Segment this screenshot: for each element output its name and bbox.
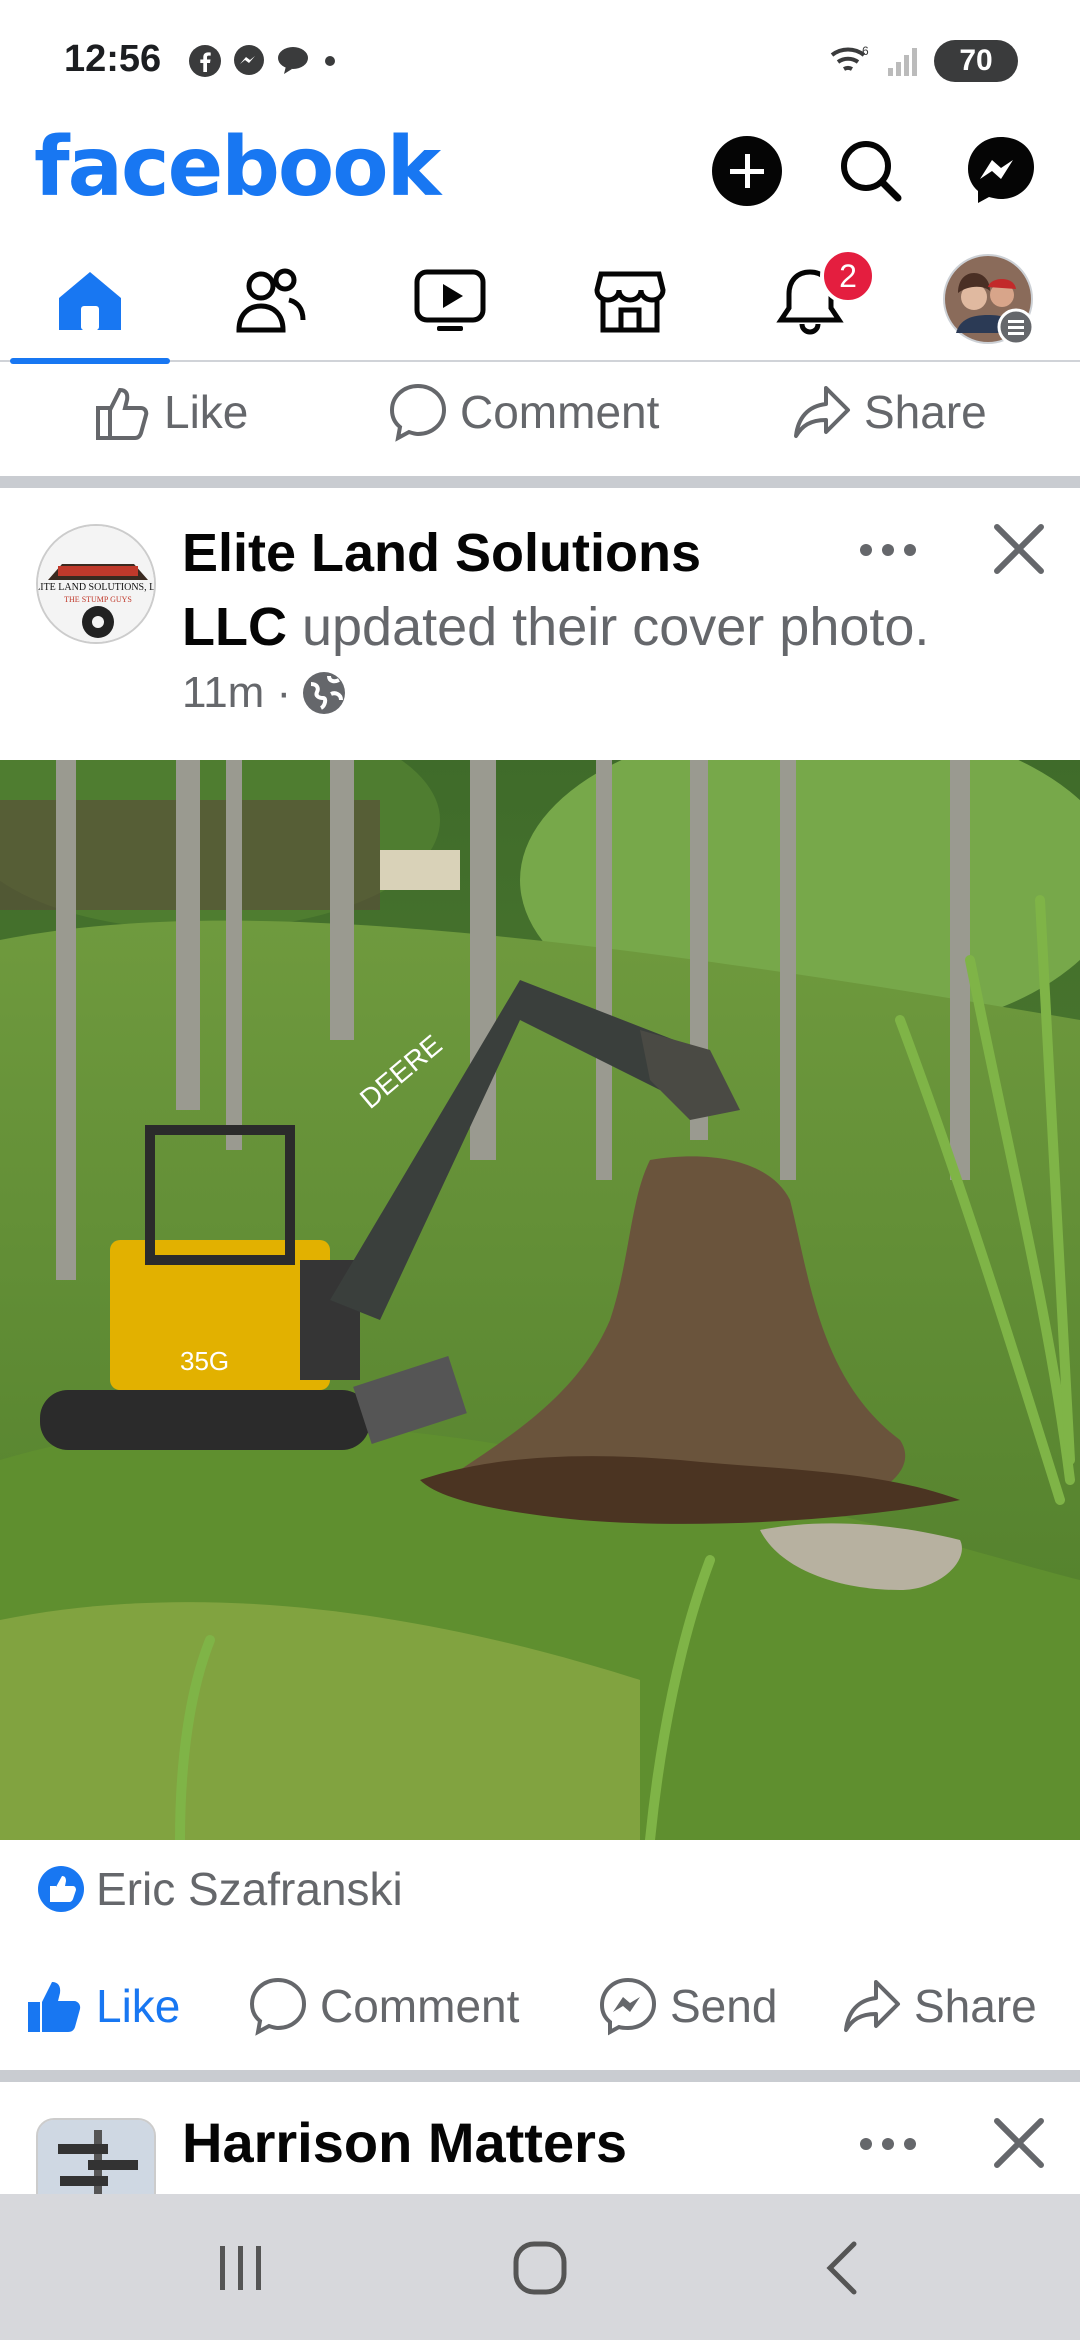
status-bar: 12:56 6 70 [0,0,1080,120]
notification-badge: 2 [820,248,876,304]
post-time[interactable]: 11m · [182,668,291,718]
svg-text:35G: 35G [180,1346,229,1376]
back-icon [826,2241,857,2295]
prev-post-actions: Like Comment Share [0,372,1080,452]
like-reaction-icon [38,1866,84,1912]
home-circle-icon [513,2241,567,2295]
nav-notifications[interactable]: 2 [720,240,900,362]
status-notification-icons [188,44,340,78]
prev-like-button[interactable]: Like [92,382,248,442]
recent-apps-button[interactable] [190,2228,290,2308]
nav-home[interactable] [0,240,180,364]
messenger-button[interactable] [954,124,1048,218]
friends-icon [236,268,306,333]
app-header: facebook [0,120,1080,230]
post-close-button[interactable] [984,514,1054,584]
facebook-logo[interactable]: facebook [34,120,441,215]
post-action-text: updated their cover photo. [301,597,930,657]
video-icon [414,269,486,331]
send-button[interactable]: Send [598,1976,777,2036]
share-button[interactable]: Share [842,1976,1037,2036]
share-icon [794,386,850,438]
post-meta: 11m · [182,668,347,718]
nav-friends[interactable] [180,240,360,362]
next-post-author[interactable]: Harrison Matters [182,2110,627,2175]
post-photo[interactable]: DEERE 35G [0,760,1080,1840]
prev-comment-label: Comment [460,386,660,438]
messenger-send-icon [599,1977,657,2036]
nav-active-indicator [10,358,170,364]
back-button[interactable] [794,2228,894,2308]
next-post-close-button[interactable] [984,2108,1054,2178]
prev-comment-button[interactable]: Comment [388,382,659,442]
comment-icon [249,1977,307,2036]
like-filled-icon [28,1982,81,2032]
prev-share-label: Share [864,386,987,438]
more-icon [860,544,916,556]
home-icon [59,272,121,330]
status-time: 12:56 [64,38,162,80]
share-icon [844,1980,900,2032]
wifi-icon: 6 [830,44,869,71]
reactor-name: Eric Szafranski [96,1863,403,1915]
comment-label: Comment [320,1980,520,2032]
nav-video[interactable] [360,240,540,362]
svg-text:6: 6 [862,44,869,58]
close-icon [994,524,1044,574]
nav-bar: 2 [0,240,1080,364]
post-author-name-cont[interactable]: LLC [182,597,287,657]
like-icon [96,387,149,440]
status-system-icons: 6 70 [828,40,1018,82]
like-label: Like [96,1980,181,2032]
create-button[interactable] [700,124,794,218]
elite-land-logo: ELITE LAND SOLUTIONS, LLC THE STUMP GUYS [38,526,156,642]
battery-level: 70 [959,44,993,77]
messenger-icon [968,137,1034,203]
nav-profile-menu[interactable] [900,240,1080,362]
prev-like-label: Like [164,386,249,438]
share-label: Share [914,1980,1037,2032]
signal-icon [888,48,917,76]
search-icon [841,141,902,202]
profile-avatar-icon [943,254,1035,346]
chat-bubble-icon [278,47,308,74]
search-button[interactable] [824,124,918,218]
battery-icon: 70 [934,40,1018,82]
messenger-icon [234,45,264,75]
dot-icon [325,56,335,66]
globe-icon [303,672,346,714]
post-reactions[interactable]: Eric Szafranski [36,1862,403,1916]
prev-share-button[interactable]: Share [792,382,987,442]
post-actions: Like Comment Send Share [0,1966,1080,2046]
send-label: Send [670,1980,778,2032]
post-author-name[interactable]: Elite Land Solutions [182,523,701,583]
avatar-subtext: THE STUMP GUYS [64,595,132,604]
post-more-button[interactable] [848,520,928,580]
comment-icon [389,383,447,442]
post-divider [0,2070,1080,2082]
avatar-text: ELITE LAND SOLUTIONS, LLC [38,582,156,593]
more-icon [860,2138,916,2150]
home-system-button[interactable] [490,2228,590,2308]
recent-apps-icon [220,2246,261,2290]
system-navigation-bar [0,2194,1080,2340]
plus-icon [712,136,782,206]
marketplace-icon [594,271,666,333]
post-divider [0,476,1080,488]
like-button[interactable]: Like [24,1976,180,2036]
comment-button[interactable]: Comment [248,1976,519,2036]
post-author-avatar[interactable]: ELITE LAND SOLUTIONS, LLC THE STUMP GUYS [36,524,156,644]
nav-marketplace[interactable] [540,240,720,362]
close-icon [994,2118,1044,2168]
next-post-more-button[interactable] [848,2114,928,2174]
excavator-stump-photo: DEERE 35G [0,760,1080,1840]
facebook-icon [189,45,221,77]
